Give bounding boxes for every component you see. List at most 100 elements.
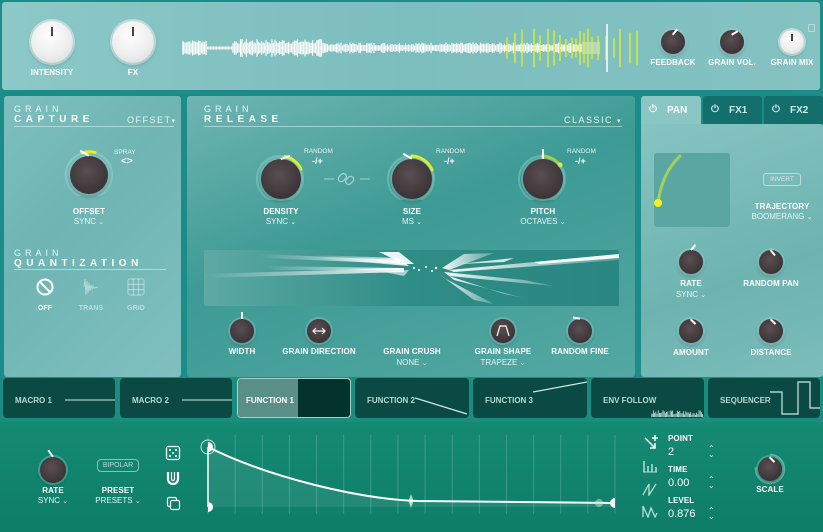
offset-sync-dropdown[interactable]: SYNC ⌄ [59,217,119,226]
trajectory-dropdown[interactable]: BOOMERANG ⌄ [747,212,817,221]
time-label: TIME [668,465,688,474]
tab-function-1[interactable]: FUNCTION 1 [237,378,351,418]
size-random-toggle[interactable]: -/+ [444,156,455,166]
grain-release-panel: GRAIN RELEASE CLASSIC ▾ RANDOM -/+ DENSI… [187,96,635,377]
size-knob[interactable] [392,153,432,199]
magnet-icon[interactable] [165,470,181,486]
fx-knob[interactable] [112,21,154,63]
tab-env-follow-label: ENV FOLLOW [603,396,657,405]
function-envelope-graph[interactable] [200,432,630,522]
zigzag-icon[interactable] [642,504,658,518]
sample-waveform[interactable] [182,22,642,74]
grain-volume-knob[interactable] [720,30,744,54]
grain-release-title-small: GRAIN [204,104,253,114]
density-sync-dropdown[interactable]: SYNC ⌄ [251,217,311,226]
add-point-icon[interactable] [643,434,659,450]
grain-crush-dropdown[interactable]: NONE ⌄ [372,358,452,367]
invert-button[interactable]: INVERT [763,173,801,186]
pan-trajectory-pad[interactable] [654,153,730,227]
tab-function-3-label: FUNCTION 3 [485,396,533,405]
pitch-unit-dropdown[interactable]: OCTAVES ⌄ [503,217,583,226]
scale-knob[interactable] [758,456,782,481]
point-stepper[interactable]: ⌃ ⌄ [708,445,715,459]
density-knob[interactable] [261,154,301,199]
grain-mix-knob[interactable] [780,30,804,54]
function-rate-sync-value: SYNC [37,496,61,505]
quantization-off-button[interactable]: OFF [32,276,58,316]
spray-toggle[interactable]: <> [121,156,133,167]
power-icon[interactable]: ⏻ [649,104,657,115]
density-random-label: RANDOM [304,148,333,155]
pan-distance-label: DISTANCE [750,348,792,357]
chevron-down-icon: ⌄ [700,292,707,299]
tab-macro-1[interactable]: MACRO 1 [3,378,115,418]
random-fine-knob[interactable] [568,317,592,343]
dice-icon[interactable] [165,445,181,461]
grain-capture-panel: GRAIN CAPTURE OFFSET▾ SPRAY <> OFFSET SY… [4,96,181,377]
grain-shape-dropdown[interactable]: TRAPEZE ⌄ [463,358,543,367]
tab-sequencer[interactable]: SEQUENCER [708,378,820,418]
preset-dropdown[interactable]: PRESETS ⌄ [88,496,148,505]
bipolar-toggle[interactable]: BIPOLAR [97,459,139,472]
pan-distance-knob[interactable] [759,318,783,343]
quantization-trans-label: TRANS [78,305,104,312]
time-stepper[interactable]: ⌃ ⌄ [708,476,715,490]
intensity-knob[interactable] [31,21,73,63]
no-symbol-icon [36,278,54,296]
release-mode-dropdown[interactable]: CLASSIC ▾ [564,115,622,125]
capture-mode-value: OFFSET [127,115,172,125]
link-density-size-button[interactable] [324,172,370,186]
pan-rate-knob[interactable] [679,244,703,274]
tab-function-2[interactable]: FUNCTION 2 [355,378,469,418]
power-icon[interactable]: ⏻ [772,104,780,115]
density-random-toggle[interactable]: -/+ [312,156,323,166]
feedback-knob[interactable] [661,29,685,54]
waveform-body [182,39,582,57]
quantization-trans-button[interactable]: TRANS [76,276,106,316]
quantization-grid-label: GRID [127,305,145,312]
grain-shape-button[interactable] [491,319,515,343]
grain-shape-label: GRAIN SHAPE [474,347,532,356]
scale-label: SCALE [756,485,784,494]
size-unit-dropdown[interactable]: MS ⌄ [382,217,442,226]
power-icon[interactable]: ⏻ [711,104,719,115]
divider [204,126,622,127]
point-value[interactable]: 2 [668,446,674,458]
width-knob[interactable] [230,312,254,343]
random-pan-knob[interactable] [759,249,783,274]
tab-fx1[interactable]: ⏻ FX1 [703,96,762,124]
dropdown-arrow-icon: ▾ [617,118,623,125]
quantization-off-label: OFF [37,305,53,312]
tab-function-3[interactable]: FUNCTION 3 [473,378,587,418]
sawtooth-icon[interactable] [642,482,658,496]
tab-pan[interactable]: ⏻ PAN [641,96,701,126]
pitch-random-toggle[interactable]: -/+ [575,156,586,166]
level-value[interactable]: 0.876 [668,508,696,520]
capture-mode-dropdown[interactable]: OFFSET▾ [127,115,177,125]
tab-function-1-label: FUNCTION 1 [246,396,294,405]
tab-env-follow[interactable]: ENV FOLLOW [591,378,704,418]
pan-rate-sync-dropdown[interactable]: SYNC ⌄ [661,290,721,299]
pan-panel: INVERT TRAJECTORY BOOMERANG ⌄ RATE SYNC … [641,124,823,377]
quantization-grid-button[interactable]: GRID [122,276,150,316]
bars-icon[interactable] [642,459,658,473]
pan-rate-label: RATE [680,279,702,288]
tab-fx1-label: FX1 [729,105,748,116]
tab-macro-2[interactable]: MACRO 2 [120,378,232,418]
lock-icon[interactable] [808,24,815,32]
tab-fx2[interactable]: ⏻ FX2 [764,96,823,124]
time-value[interactable]: 0.00 [668,477,689,489]
chevron-down-icon: ⌄ [62,498,69,505]
pan-amount-knob[interactable] [679,318,703,343]
level-stepper[interactable]: ⌃ ⌄ [708,507,715,521]
function-editor: RATE SYNC ⌄ BIPOLAR PRESET PRESETS ⌄ POI… [0,422,823,532]
function-rate-knob[interactable] [40,450,66,483]
grain-direction-label: GRAIN DIRECTION [282,347,356,356]
preset-label: PRESET [101,486,135,495]
grain-direction-button[interactable] [307,319,331,343]
function-rate-sync-dropdown[interactable]: SYNC ⌄ [23,496,83,505]
offset-knob[interactable] [70,150,108,194]
copy-icon[interactable] [166,496,181,511]
function-3-preview [533,381,587,393]
pitch-knob[interactable] [523,149,563,199]
